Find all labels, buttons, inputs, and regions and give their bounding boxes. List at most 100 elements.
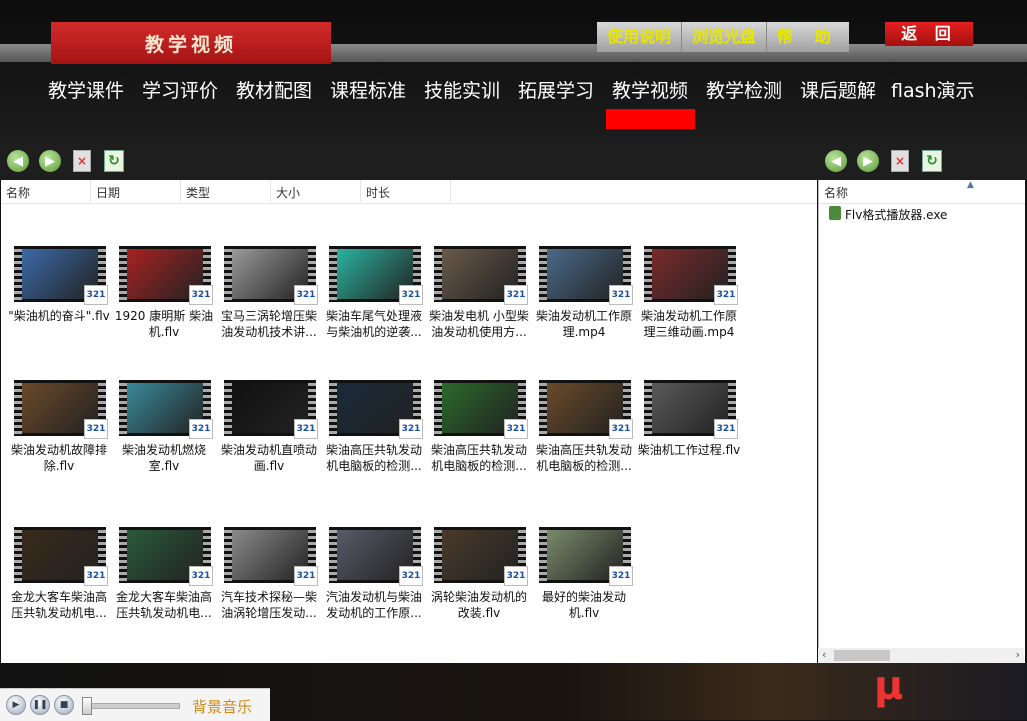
header-buttons: 使用说明 浏览光盘 帮 助 xyxy=(597,22,849,52)
media-player-badge-icon: 321 xyxy=(504,285,528,305)
video-file-name: 柴油发动机直喷动画.flv xyxy=(220,443,317,473)
help-button[interactable]: 帮 助 xyxy=(767,22,849,52)
sort-caret-icon: ▲ xyxy=(967,180,974,190)
video-file-name: 柴油发动机工作原理三维动画.mp4 xyxy=(640,309,737,339)
nav-item-training[interactable]: 技能实训 xyxy=(424,76,500,103)
video-file-name: 汽油发动机与柴油发动机的工作原... xyxy=(325,590,422,620)
video-thumbnail: 321 xyxy=(119,527,213,586)
video-file-name: 金龙大客车柴油高压共轨发动机电... xyxy=(115,590,212,620)
media-player-badge-icon: 321 xyxy=(189,566,213,586)
video-file-name: 柴油车尾气处理液与柴油机的逆袭... xyxy=(325,309,422,339)
brand-logo-icon: μ xyxy=(874,663,904,709)
video-thumbnail: 321 xyxy=(224,527,318,586)
nav-item-courseware[interactable]: 教学课件 xyxy=(48,76,124,103)
column-date[interactable]: 日期 xyxy=(96,184,120,201)
player-exe-file[interactable]: Flv格式播放器.exe xyxy=(845,206,947,223)
video-file-name: 宝马三涡轮增压柴油发动机技术讲... xyxy=(220,309,317,339)
video-file-name: 柴油发动机故障排除.flv xyxy=(10,443,107,473)
video-thumbnail: 321 xyxy=(434,527,528,586)
help-manual-button[interactable]: 使用说明 xyxy=(597,22,683,52)
page-title: 教学视频 xyxy=(51,22,331,64)
scroll-thumb[interactable] xyxy=(834,650,890,661)
stop-icon[interactable]: ■ xyxy=(54,695,74,715)
media-player-badge-icon: 321 xyxy=(294,566,318,586)
nav-item-evaluation[interactable]: 学习评价 xyxy=(142,76,218,103)
column-header: 名称 日期 类型 大小 时长 xyxy=(1,180,817,204)
video-thumbnail: 321 xyxy=(644,380,738,439)
media-player-badge-icon: 321 xyxy=(609,419,633,439)
pause-icon[interactable]: ❚❚ xyxy=(30,695,50,715)
video-file-name: 柴油机工作过程.flv xyxy=(637,443,741,457)
play-icon[interactable]: ▶ xyxy=(6,695,26,715)
media-player-badge-icon: 321 xyxy=(84,566,108,586)
video-file-name: 柴油高压共轨发动机电脑板的检测... xyxy=(430,443,527,473)
video-file-name: 柴油高压共轨发动机电脑板的检测... xyxy=(535,443,632,473)
horizontal-scrollbar[interactable]: ‹ › xyxy=(818,648,1024,663)
media-player-badge-icon: 321 xyxy=(504,419,528,439)
refresh-icon[interactable]: ↻ xyxy=(103,150,125,172)
seek-knob[interactable] xyxy=(82,697,92,715)
background-music-player: ▶ ❚❚ ■ 背景音乐 xyxy=(0,688,270,721)
nav-item-standards[interactable]: 课程标准 xyxy=(330,76,406,103)
music-label: 背景音乐 xyxy=(192,698,253,716)
column-name[interactable]: 名称 xyxy=(6,184,30,201)
nav-item-extended[interactable]: 拓展学习 xyxy=(518,76,594,103)
video-thumbnail: 321 xyxy=(329,527,423,586)
refresh-icon[interactable]: ↻ xyxy=(921,150,943,172)
delete-icon[interactable]: × xyxy=(71,150,93,172)
back-button[interactable]: 返 回 xyxy=(885,22,973,46)
media-player-badge-icon: 321 xyxy=(294,419,318,439)
nav-item-tests[interactable]: 教学检测 xyxy=(706,76,782,103)
video-thumbnail: 321 xyxy=(14,527,108,586)
scroll-right-icon[interactable]: › xyxy=(1016,648,1020,661)
scroll-left-icon[interactable]: ‹ xyxy=(822,648,826,661)
seek-track[interactable] xyxy=(82,703,180,709)
media-player-badge-icon: 321 xyxy=(609,285,633,305)
nav-item-figures[interactable]: 教材配图 xyxy=(236,76,312,103)
column-name[interactable]: 名称 xyxy=(824,184,848,201)
nav-item-videos[interactable]: 教学视频 xyxy=(612,76,688,103)
video-thumbnail: 321 xyxy=(539,380,633,439)
media-player-badge-icon: 321 xyxy=(189,419,213,439)
video-thumbnail: 321 xyxy=(329,380,423,439)
media-player-badge-icon: 321 xyxy=(399,419,423,439)
media-player-badge-icon: 321 xyxy=(294,285,318,305)
main-nav: 教学课件 学习评价 教材配图 课程标准 技能实训 拓展学习 教学视频 教学检测 … xyxy=(0,70,1027,110)
media-player-badge-icon: 321 xyxy=(714,419,738,439)
video-thumbnail: 321 xyxy=(14,246,108,305)
media-player-badge-icon: 321 xyxy=(609,566,633,586)
video-thumbnail: 321 xyxy=(14,380,108,439)
forward-icon[interactable]: ▶ xyxy=(857,150,879,172)
back-icon[interactable]: ◀ xyxy=(825,150,847,172)
video-thumbnail: 321 xyxy=(644,246,738,305)
video-file-name: 金龙大客车柴油高压共轨发动机电... xyxy=(10,590,107,620)
exe-file-icon xyxy=(829,206,841,220)
video-file-name: 柴油发动机工作原理.mp4 xyxy=(535,309,632,339)
nav-active-indicator xyxy=(606,109,695,129)
delete-icon[interactable]: × xyxy=(889,150,911,172)
video-file-name: 柴油发电机 小型柴油发动机使用方... xyxy=(429,309,529,339)
media-player-badge-icon: 321 xyxy=(189,285,213,305)
video-thumbnail: 321 xyxy=(224,246,318,305)
left-toolbar: ◀ ▶ × ↻ xyxy=(0,142,818,180)
video-file-name: 汽车技术探秘—柴油涡轮增压发动... xyxy=(220,590,317,620)
video-thumbnail: 321 xyxy=(329,246,423,305)
column-duration[interactable]: 时长 xyxy=(366,184,390,201)
media-player-badge-icon: 321 xyxy=(714,285,738,305)
tool-file-list: 名称 ▲ Flv格式播放器.exe xyxy=(818,180,1025,663)
right-toolbar: ◀ ▶ × ↻ xyxy=(818,142,1027,180)
nav-item-flash[interactable]: flash演示 xyxy=(891,76,975,103)
column-type[interactable]: 类型 xyxy=(186,184,210,201)
media-player-badge-icon: 321 xyxy=(504,566,528,586)
column-size[interactable]: 大小 xyxy=(276,184,300,201)
media-player-badge-icon: 321 xyxy=(399,566,423,586)
nav-item-solutions[interactable]: 课后题解 xyxy=(800,76,876,103)
browse-disc-button[interactable]: 浏览光盘 xyxy=(682,22,768,52)
media-player-badge-icon: 321 xyxy=(84,285,108,305)
video-thumbnail: 321 xyxy=(434,246,528,305)
video-file-name: 1920 康明斯 柴油机.flv xyxy=(114,309,214,339)
video-thumbnail: 321 xyxy=(119,380,213,439)
video-thumbnail: 321 xyxy=(539,527,633,586)
forward-icon[interactable]: ▶ xyxy=(39,150,61,172)
back-icon[interactable]: ◀ xyxy=(7,150,29,172)
